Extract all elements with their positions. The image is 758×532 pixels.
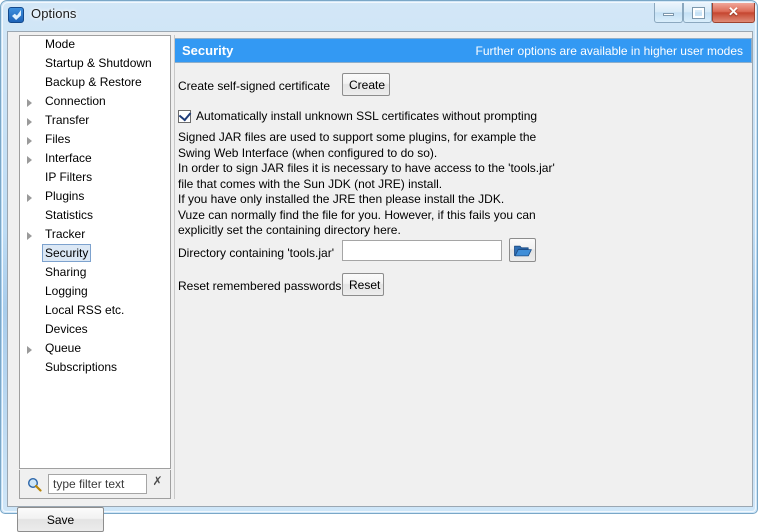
sidebar-item-label: Statistics <box>45 208 94 222</box>
sidebar-item-backup-restore[interactable]: Backup & Restore <box>20 74 170 93</box>
sidebar-item-label: Plugins <box>45 189 85 203</box>
sidebar-item-subscriptions[interactable]: Subscriptions <box>20 359 170 378</box>
client-area: Mode Startup & Shutdown Backup & Restore Co… <box>7 31 753 532</box>
sidebar-item-label: Backup & Restore <box>45 75 142 89</box>
window-title: Options <box>31 6 77 21</box>
expand-arrow-icon[interactable] <box>27 346 32 354</box>
sidebar-item-plugins[interactable]: Plugins <box>20 188 170 207</box>
security-description: Signed JAR files are used to support som… <box>178 130 698 239</box>
sidebar-item-label: Startup & Shutdown <box>45 56 152 70</box>
sidebar-item-label: Interface <box>45 151 92 165</box>
sidebar-item-label: Queue <box>45 341 82 355</box>
sidebar-item-label: IP Filters <box>45 170 93 184</box>
description-line: explicitly set the containing directory … <box>178 223 401 237</box>
create-certificate-label: Create self-signed certificate <box>178 79 331 93</box>
tree-filter-bar: ✗ <box>19 470 171 499</box>
auto-install-ssl-label: Automatically install unknown SSL certif… <box>196 109 538 123</box>
browse-directory-button[interactable] <box>509 238 536 262</box>
tools-jar-directory-input[interactable] <box>342 240 502 261</box>
description-line: If you have only installed the JRE then … <box>178 192 505 206</box>
sidebar-item-label: Logging <box>45 284 88 298</box>
sidebar-item-startup-shutdown[interactable]: Startup & Shutdown <box>20 55 170 74</box>
check-icon <box>178 108 192 122</box>
options-window: Options ✕ Mode Startup & Shutdown Backup &… <box>0 0 758 532</box>
folder-open-icon <box>514 245 532 257</box>
expand-arrow-icon[interactable] <box>27 118 32 126</box>
create-certificate-button[interactable]: Create <box>342 73 390 96</box>
description-line: Vuze can normally find the file for you.… <box>178 207 536 222</box>
expand-arrow-icon[interactable] <box>27 194 32 202</box>
sidebar-item-queue[interactable]: Queue <box>20 340 170 359</box>
sidebar-item-security[interactable]: Security <box>20 244 170 264</box>
expand-arrow-icon[interactable] <box>27 99 32 107</box>
sidebar-item-sharing[interactable]: Sharing <box>20 264 170 283</box>
page-header-note: Further options are available in higher … <box>475 44 743 58</box>
sidebar-item-logging[interactable]: Logging <box>20 283 170 302</box>
page-title: Security <box>182 43 234 58</box>
description-line: file that comes with the Sun JDK (not JR… <box>178 176 443 191</box>
sidebar-item-devices[interactable]: Devices <box>20 321 170 340</box>
sidebar-item-label: Security <box>42 244 92 262</box>
sidebar-item-label: Devices <box>45 322 88 336</box>
sidebar-item-label: Connection <box>45 94 106 108</box>
sidebar-item-label: Transfer <box>45 113 90 127</box>
sidebar-item-label: Local RSS etc. <box>45 303 125 317</box>
search-icon <box>27 477 42 492</box>
vuze-icon <box>8 7 24 23</box>
close-button[interactable]: ✕ <box>712 3 755 23</box>
sidebar-item-files[interactable]: Files <box>20 131 170 150</box>
options-tree[interactable]: Mode Startup & Shutdown Backup & Restore Co… <box>19 35 171 469</box>
reset-passwords-label: Reset remembered passwords <box>178 279 342 293</box>
description-line: Signed JAR files are used to support som… <box>178 130 537 144</box>
sidebar-item-label: Files <box>45 132 71 146</box>
minimize-button[interactable] <box>654 3 683 23</box>
sidebar-item-mode[interactable]: Mode <box>20 36 170 55</box>
reset-passwords-button[interactable]: Reset <box>342 273 384 296</box>
expand-arrow-icon[interactable] <box>27 137 32 145</box>
close-icon: ✕ <box>728 4 739 19</box>
sidebar-item-ip-filters[interactable]: IP Filters <box>20 169 170 188</box>
sidebar-item-connection[interactable]: Connection <box>20 93 170 112</box>
save-button[interactable]: Save <box>17 507 104 532</box>
sidebar-item-tracker[interactable]: Tracker <box>20 226 170 245</box>
description-line: Swing Web Interface (when configured to … <box>178 145 438 160</box>
maximize-button[interactable] <box>683 3 712 23</box>
security-settings-panel: Security Further options are available i… <box>174 35 752 499</box>
sidebar-item-label: Subscriptions <box>45 360 118 374</box>
sidebar-item-label: Tracker <box>45 227 86 241</box>
auto-install-ssl-checkbox[interactable] <box>178 108 192 123</box>
sidebar-item-statistics[interactable]: Statistics <box>20 207 170 226</box>
sidebar-item-interface[interactable]: Interface <box>20 150 170 169</box>
description-line: In order to sign JAR files it is necessa… <box>178 161 555 175</box>
tools-jar-directory-label: Directory containing 'tools.jar' <box>178 246 334 260</box>
section-header: Security Further options are available i… <box>174 38 752 63</box>
minimize-icon <box>663 13 674 16</box>
tree-filter-input[interactable] <box>48 474 147 494</box>
expand-arrow-icon[interactable] <box>27 232 32 240</box>
expand-arrow-icon[interactable] <box>27 156 32 164</box>
sidebar-item-label: Mode <box>45 37 76 51</box>
sidebar-item-label: Sharing <box>45 265 87 279</box>
title-bar[interactable]: Options ✕ <box>3 3 757 31</box>
maximize-icon <box>692 7 705 19</box>
sidebar-item-local-rss-etc[interactable]: Local RSS etc. <box>20 302 170 321</box>
clear-filter-icon[interactable]: ✗ <box>151 475 164 488</box>
sidebar-item-transfer[interactable]: Transfer <box>20 112 170 131</box>
